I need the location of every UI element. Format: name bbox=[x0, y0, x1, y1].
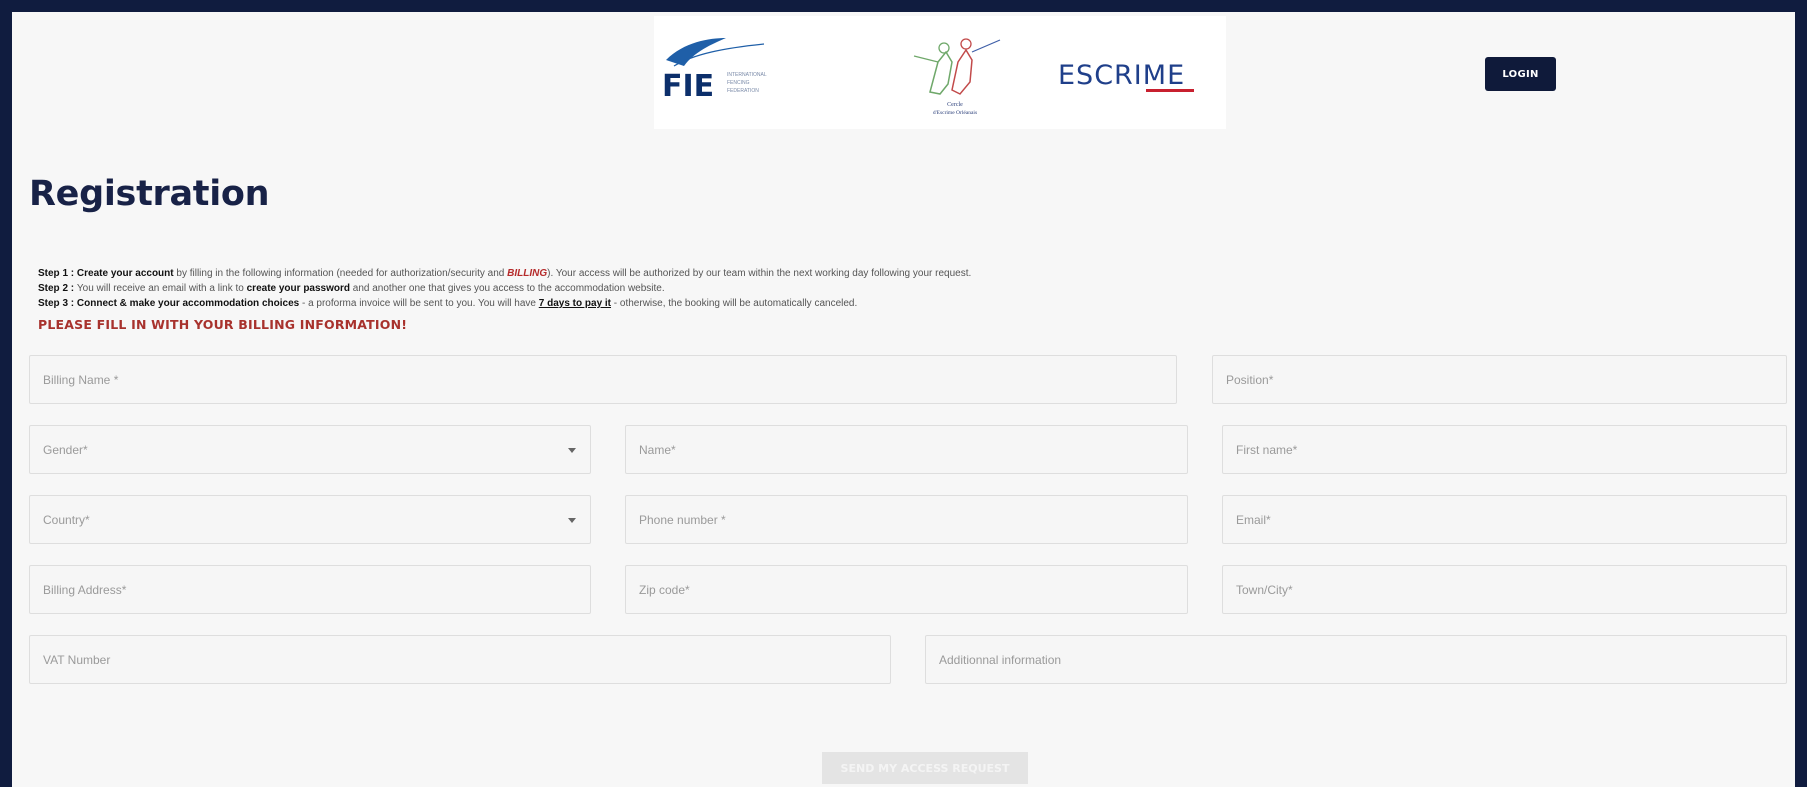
additional-information-input[interactable]: Additionnal information bbox=[925, 635, 1787, 684]
first-name-input[interactable]: First name* bbox=[1222, 425, 1787, 474]
chevron-down-icon bbox=[568, 517, 576, 523]
fie-letters: FIE bbox=[662, 69, 714, 104]
step-1: Step 1 : Create your account by filling … bbox=[38, 268, 972, 279]
country-placeholder: Country* bbox=[43, 512, 90, 527]
login-button[interactable]: LOGIN bbox=[1485, 57, 1556, 91]
partner-logos: FIE INTERNATIONAL FENCING FEDERATION Cer… bbox=[654, 16, 1226, 129]
vat-number-input[interactable]: VAT Number bbox=[29, 635, 891, 684]
zip-code-input[interactable]: Zip code* bbox=[625, 565, 1188, 614]
svg-text:ESCRIME: ESCRIME bbox=[1058, 60, 1185, 91]
svg-text:d'Escrime Orléanais: d'Escrime Orléanais bbox=[933, 110, 977, 116]
registration-steps: Step 1 : Create your account by filling … bbox=[38, 266, 971, 311]
svg-text:Cercle: Cercle bbox=[947, 102, 963, 108]
billing-address-placeholder: Billing Address* bbox=[43, 582, 127, 597]
fie-logo: FIE INTERNATIONAL FENCING FEDERATION bbox=[662, 38, 767, 104]
send-access-request-button[interactable]: SEND MY ACCESS REQUEST bbox=[822, 752, 1028, 784]
country-select[interactable]: Country* bbox=[29, 495, 591, 544]
additional-information-placeholder: Additionnal information bbox=[939, 652, 1062, 667]
position-placeholder: Position* bbox=[1226, 372, 1274, 387]
position-input[interactable]: Position* bbox=[1212, 355, 1787, 404]
gender-placeholder: Gender* bbox=[43, 442, 88, 457]
name-input[interactable]: Name* bbox=[625, 425, 1188, 474]
svg-text:FENCING: FENCING bbox=[727, 80, 750, 86]
step-3: Step 3 : Connect & make your accommodati… bbox=[38, 298, 858, 309]
town-city-placeholder: Town/City* bbox=[1236, 582, 1293, 597]
billing-name-input[interactable]: Billing Name * bbox=[29, 355, 1177, 404]
registration-page: FIE INTERNATIONAL FENCING FEDERATION Cer… bbox=[12, 12, 1795, 787]
phone-input[interactable]: Phone number * bbox=[625, 495, 1188, 544]
zip-code-placeholder: Zip code* bbox=[639, 582, 690, 597]
first-name-placeholder: First name* bbox=[1236, 442, 1298, 457]
phone-placeholder: Phone number * bbox=[639, 512, 726, 527]
cercle-escrime-logo: Cercle d'Escrime Orléanais bbox=[913, 38, 1001, 116]
gender-select[interactable]: Gender* bbox=[29, 425, 591, 474]
svg-text:FEDERATION: FEDERATION bbox=[727, 88, 759, 94]
billing-warning: PLEASE FILL IN WITH YOUR BILLING INFORMA… bbox=[38, 317, 408, 332]
page-title: Registration bbox=[29, 174, 270, 214]
name-placeholder: Name* bbox=[639, 442, 676, 457]
step-2: Step 2 : You will receive an email with … bbox=[38, 283, 665, 294]
town-city-input[interactable]: Town/City* bbox=[1222, 565, 1787, 614]
chevron-down-icon bbox=[568, 447, 576, 453]
vat-number-placeholder: VAT Number bbox=[43, 652, 111, 667]
billing-address-input[interactable]: Billing Address* bbox=[29, 565, 591, 614]
email-field[interactable]: Email* bbox=[1222, 495, 1787, 544]
billing-name-placeholder: Billing Name * bbox=[43, 372, 119, 387]
svg-text:INTERNATIONAL: INTERNATIONAL bbox=[727, 72, 767, 78]
email-placeholder: Email* bbox=[1236, 512, 1271, 527]
escrime-logo: ESCRIME bbox=[1058, 60, 1194, 92]
